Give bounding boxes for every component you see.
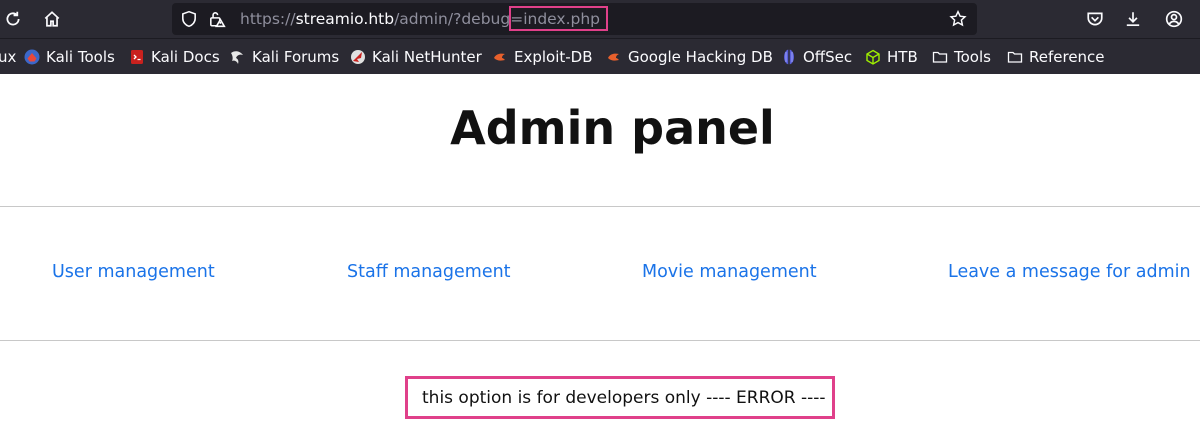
folder-icon <box>932 51 948 63</box>
bookmark-label: Kali Tools <box>46 48 115 66</box>
home-icon[interactable] <box>38 5 66 33</box>
bookmark-label: Kali Docs <box>151 48 220 66</box>
debug-error-text: this option is for developers only ---- … <box>422 387 826 408</box>
bookmark-item[interactable]: Kali NetHunter <box>350 47 482 67</box>
bookmark-item[interactable]: Kali Docs <box>129 47 220 67</box>
bookmark-item[interactable]: Google Hacking DB <box>606 47 773 67</box>
bookmark-item[interactable]: Kali Tools <box>24 47 115 67</box>
page-title: Admin panel <box>450 101 775 155</box>
nethunter-icon <box>351 50 365 64</box>
htb-cube-icon <box>866 49 880 65</box>
bookmark-item[interactable]: HTB <box>865 47 918 67</box>
bookmark-label: HTB <box>887 48 918 66</box>
staff-management-link[interactable]: Staff management <box>347 262 511 282</box>
divider-top <box>0 206 1200 207</box>
pocket-icon[interactable] <box>1081 5 1109 33</box>
page-content: Admin panel User management Staff manage… <box>0 74 1200 429</box>
reload-icon[interactable] <box>0 5 27 33</box>
user-management-link[interactable]: User management <box>52 262 215 282</box>
bookmark-label: Tools <box>954 48 991 66</box>
browser-toolbar: https://streamio.htb/admin/?debug=index.… <box>0 0 1200 38</box>
bookmark-item[interactable]: Kali Forums <box>230 47 339 67</box>
kali-docs-icon <box>131 50 143 64</box>
bookmark-item[interactable]: ux <box>0 47 16 67</box>
url-path: /admin/?debug= <box>394 10 524 28</box>
bookmark-label: Kali Forums <box>252 48 340 66</box>
shield-icon[interactable] <box>180 10 198 28</box>
insecure-lock-icon[interactable] <box>208 10 226 28</box>
downloads-icon[interactable] <box>1119 5 1147 33</box>
url-scheme: https:// <box>240 10 296 28</box>
bookmark-label: Exploit-DB <box>514 48 593 66</box>
bookmark-folder[interactable]: Reference <box>1007 47 1105 67</box>
debug-error-message: this option is for developers only ---- … <box>405 376 835 419</box>
bookmark-item[interactable]: OffSec <box>781 47 852 67</box>
bookmarks-bar: ux Kali Tools Kali Docs Kali Forums Kali… <box>0 38 1200 74</box>
url-highlight-box <box>509 6 608 31</box>
movie-management-link[interactable]: Movie management <box>642 262 817 282</box>
bookmark-label: Kali NetHunter <box>372 48 482 66</box>
bookmark-label: Reference <box>1029 48 1105 66</box>
bookmark-label: OffSec <box>803 48 853 66</box>
offsec-icon <box>784 49 794 65</box>
leave-message-link[interactable]: Leave a message for admin <box>948 262 1191 282</box>
exploit-db-icon <box>494 53 505 61</box>
kali-tools-icon <box>24 49 40 65</box>
ghdb-icon <box>608 53 619 61</box>
bookmark-label: Google Hacking DB <box>628 48 773 66</box>
bookmark-star-icon[interactable] <box>949 10 967 28</box>
bookmark-folder[interactable]: Tools <box>932 47 991 67</box>
account-icon[interactable] <box>1160 5 1188 33</box>
bookmark-label: ux <box>0 48 17 66</box>
kali-forums-icon <box>231 51 243 64</box>
url-host: streamio.htb <box>295 10 395 28</box>
divider-bottom <box>0 340 1200 341</box>
folder-icon <box>1007 51 1023 63</box>
bookmark-item[interactable]: Exploit-DB <box>492 47 593 67</box>
